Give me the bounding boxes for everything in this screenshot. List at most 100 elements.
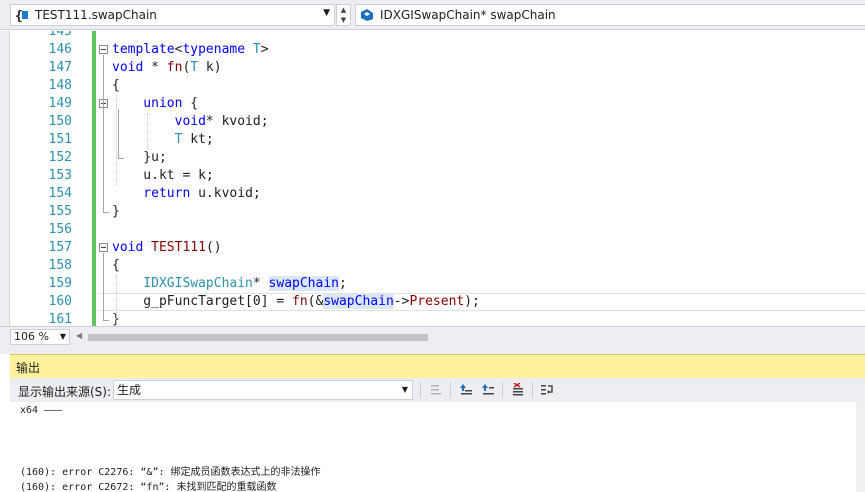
code-line[interactable]: 149 union { [0,95,865,113]
code-token: IDXGISwapChain [112,276,253,291]
indent-guide [147,113,148,149]
code-line[interactable]: 145 [0,31,865,41]
output-toolbar: 显示输出来源(S): 生成 ▼ [10,378,865,402]
code-editor[interactable]: 145 146 template<typename T> 147 void * fn(T… [0,31,865,326]
code-token: ); [464,294,480,309]
code-line[interactable]: 151 T kt; [0,131,865,149]
field-icon [358,6,376,24]
word-wrap-icon[interactable] [538,381,556,399]
code-text: union { [112,95,198,113]
line-number: 154 [48,186,72,201]
outline-line [103,320,109,321]
zoom-value: 106 % [14,330,49,343]
code-line[interactable]: 158 { [0,257,865,275]
output-text-area[interactable]: x64 ——— (160): error C2276: “&”: 绑定成员函数表达… [10,402,865,492]
code-token: ; [339,276,347,291]
code-token: * [252,276,269,291]
code-token: -> [393,294,410,309]
code-line[interactable]: 156 [0,221,865,239]
output-source-dropdown[interactable]: 生成 ▼ [113,380,413,400]
outline-line [103,253,104,320]
line-number: 150 [48,114,72,129]
output-panel-title-bar[interactable]: 输出 [10,354,865,378]
code-text: template<typename T> [112,41,269,59]
code-token: template [112,42,175,57]
line-number: 157 [48,240,72,255]
code-token: swapChain [268,276,339,291]
outline-line [103,212,109,213]
output-line: (160): error C2276: “&”: 绑定成员函数表达式上的非法操作 [20,467,321,478]
next-message-icon[interactable] [479,381,497,399]
toolbar-separator [450,382,451,398]
line-number: 156 [48,222,72,237]
output-vertical-scrollbar[interactable] [856,402,865,492]
scrollbar-thumb[interactable] [88,334,428,341]
toolbar-separator [420,382,421,398]
code-line[interactable]: 152 }u; [0,149,865,167]
scope-dropdown[interactable]: { TEST111.swapChain ▼ [10,4,335,26]
code-line[interactable]: 161} [0,311,865,326]
code-line[interactable]: 160 g_pFuncTarget[0] = fn(&swapChain->Pr… [0,293,865,311]
line-number: 153 [48,168,72,183]
output-title: 输出 [16,361,41,375]
line-number: 161 [48,312,72,326]
find-message-icon[interactable] [427,381,445,399]
indent-guide [116,95,117,185]
line-number: 155 [48,204,72,219]
line-number: 147 [48,60,72,75]
code-line[interactable]: 155} [0,203,865,221]
panel-splitter[interactable] [0,346,865,354]
member-text: IDXGISwapChain* swapChain [380,8,556,22]
code-token: { [182,96,199,111]
chevron-down-icon[interactable]: ▼ [402,381,408,399]
code-text: g_pFuncTarget[0] = fn(&swapChain->Presen… [112,293,480,311]
code-line[interactable]: 150 void* kvoid; [0,113,865,131]
code-text: { [112,257,120,275]
code-token: Present [409,294,465,309]
zoom-dropdown[interactable]: 106 % ▼ [10,329,70,345]
split-spinner[interactable]: ▲ ▼ [336,4,351,26]
code-text: void * fn(T k) [112,59,222,77]
code-token: g_pFuncTarget[0] = [112,294,293,309]
code-token: * [143,60,167,75]
chevron-down-icon[interactable]: ▼ [60,330,66,344]
previous-message-icon[interactable] [457,381,475,399]
code-text: } [112,203,120,221]
code-token: * kvoid; [205,114,269,129]
output-source-value: 生成 [117,383,142,397]
down-arrow-icon[interactable]: ▼ [337,15,350,25]
line-number: 158 [48,258,72,273]
horizontal-scrollbar[interactable]: ◀ [74,331,865,343]
code-token: void [112,60,144,75]
code-token: { [112,258,120,273]
code-token: > [260,42,269,57]
code-line[interactable]: 146 template<typename T> [0,41,865,59]
code-token: fn [292,294,308,309]
code-token: fn [166,60,183,75]
code-line[interactable]: 154 return u.kvoid; [0,185,865,203]
collapse-icon[interactable] [99,45,108,54]
code-token: u.kt = k; [112,168,214,183]
code-token: u.kvoid; [190,186,261,201]
code-line[interactable]: 159 IDXGISwapChain* swapChain; [0,275,865,293]
chevron-down-icon[interactable]: ▼ [323,8,330,18]
code-token: (& [307,294,324,309]
scroll-left-icon[interactable]: ◀ [76,331,82,340]
code-text: void* kvoid; [112,113,269,131]
code-text: IDXGISwapChain* swapChain; [112,275,347,293]
outline-line [118,109,119,158]
line-number: 159 [48,276,72,291]
toolbar-separator [532,382,533,398]
clear-all-icon[interactable] [509,381,527,399]
code-text: { [112,77,120,95]
collapse-icon[interactable] [99,243,108,252]
up-arrow-icon[interactable]: ▲ [337,5,350,15]
output-line: x64 ——— [20,405,63,416]
scope-text: TEST111.swapChain [35,8,157,22]
member-dropdown[interactable]: IDXGISwapChain* swapChain [355,4,865,26]
navigation-bar: { TEST111.swapChain ▼ ▲ ▼ IDXGISwapChain… [0,0,865,30]
code-line[interactable]: 157 void TEST111() [0,239,865,257]
code-line[interactable]: 148 { [0,77,865,95]
code-line[interactable]: 147 void * fn(T k) [0,59,865,77]
code-line[interactable]: 153 u.kt = k; [0,167,865,185]
